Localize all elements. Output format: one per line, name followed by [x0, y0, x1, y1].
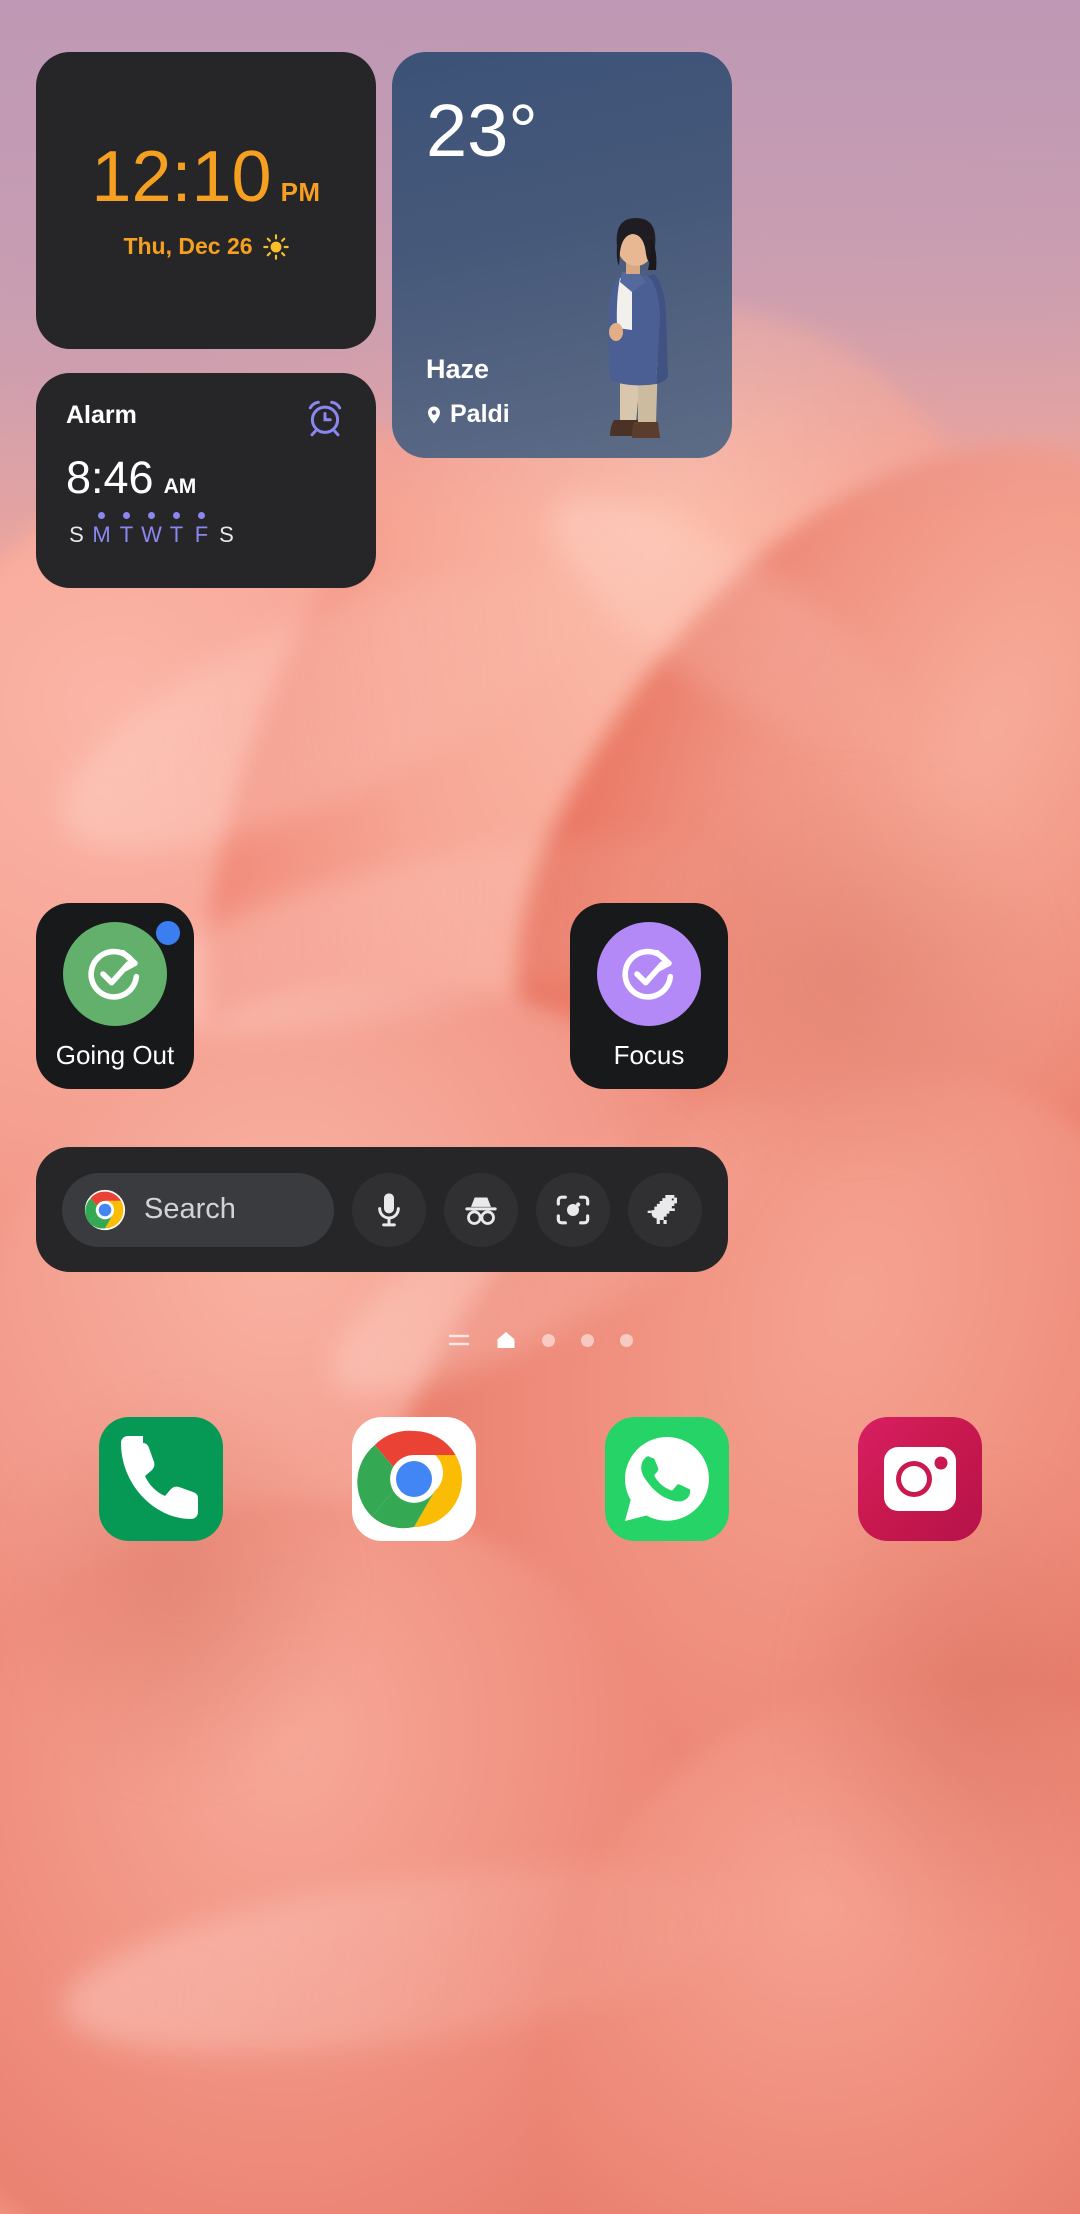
alarm-clock-icon[interactable] [304, 400, 346, 439]
dock-app-chrome[interactable] [351, 1417, 476, 1541]
alarm-day-letter: S [69, 522, 84, 547]
routine-label: Going Out [55, 1039, 175, 1070]
clock-widget[interactable]: 12:10 PM Thu, Dec 26 [36, 52, 376, 349]
whatsapp-icon [605, 1417, 729, 1541]
alarm-day-letter: T [169, 522, 184, 547]
weather-widget[interactable]: 23° Haze Paldi [392, 52, 732, 458]
instagram-icon [858, 1417, 982, 1541]
alarm-day-letter: W [141, 522, 162, 547]
google-lens-button[interactable] [536, 1172, 610, 1247]
dinosaur-icon [645, 1190, 685, 1230]
weather-location: Paldi [450, 400, 510, 428]
alarm-day-list: SMTWTFS [64, 512, 346, 546]
clock-ampm: PM [280, 177, 321, 207]
routine-check-icon [597, 921, 701, 1026]
routine-icon-wrap [597, 921, 701, 1026]
chrome-icon [84, 1189, 126, 1231]
alarm-day-dot [123, 512, 130, 519]
clock-date: Thu, Dec 26 [123, 233, 253, 259]
clock-time: 12:10 [91, 137, 272, 217]
alarm-day-1: M [89, 512, 114, 546]
alarm-day-5: F [189, 512, 214, 546]
alarm-day-letter: F [194, 522, 209, 547]
alarm-ampm: AM [163, 475, 197, 498]
page-indicator-home-icon[interactable] [496, 1330, 516, 1350]
alarm-day-dot [73, 512, 80, 519]
dock-app-instagram[interactable] [857, 1417, 982, 1541]
chrome-icon [351, 1417, 476, 1541]
alarm-header: Alarm [66, 400, 346, 439]
search-widget: Search [36, 1147, 728, 1272]
alarm-day-2: T [114, 512, 139, 546]
routine-icon-wrap [63, 917, 183, 1026]
alarm-title: Alarm [66, 401, 137, 429]
alarm-day-dot [223, 512, 230, 519]
dock-app-phone[interactable] [98, 1417, 223, 1541]
voice-search-button[interactable] [352, 1172, 426, 1247]
alarm-day-4: T [164, 512, 189, 546]
incognito-button[interactable] [444, 1172, 518, 1247]
page-indicator-dot[interactable] [580, 1333, 594, 1347]
alarm-day-0: S [64, 512, 89, 546]
page-indicator [0, 1330, 1080, 1350]
alarm-time-row: 8:46 AM [66, 455, 346, 500]
microphone-icon [369, 1190, 409, 1230]
alarm-widget[interactable]: Alarm 8:46 AM SMTWTFS [36, 373, 376, 588]
page-indicator-dot[interactable] [541, 1333, 555, 1347]
lens-camera-icon [553, 1190, 593, 1230]
alarm-day-dot [98, 512, 105, 519]
alarm-day-letter: M [92, 522, 111, 547]
search-input[interactable]: Search [62, 1172, 334, 1247]
alarm-day-dot [148, 512, 155, 519]
routine-tile-going-out[interactable]: Going Out [36, 903, 194, 1089]
alarm-day-dot [198, 512, 205, 519]
sun-icon [262, 233, 289, 260]
routine-badge-dot [153, 917, 183, 948]
dock [0, 1414, 1080, 1544]
incognito-icon [461, 1190, 501, 1230]
alarm-day-3: W [139, 512, 164, 546]
alarm-day-letter: S [219, 522, 234, 547]
routine-tile-focus[interactable]: Focus [570, 903, 728, 1089]
alarm-time: 8:46 [66, 452, 154, 503]
alarm-day-letter: T [119, 522, 134, 547]
person-in-coat-illustration [608, 218, 668, 438]
search-placeholder: Search [144, 1193, 236, 1225]
routine-label: Focus [613, 1039, 685, 1070]
clock-date-row: Thu, Dec 26 [123, 233, 289, 260]
weather-temperature: 23° [426, 89, 538, 172]
weather-condition: Haze [426, 354, 490, 384]
alarm-day-6: S [214, 512, 239, 546]
routine-check-icon [63, 921, 167, 1026]
location-pin-icon [424, 403, 444, 427]
dino-game-button[interactable] [628, 1172, 702, 1247]
weather-location-row: Paldi [424, 400, 510, 429]
alarm-day-dot [173, 512, 180, 519]
dock-app-whatsapp[interactable] [604, 1417, 729, 1541]
clock-time-row: 12:10 PM [91, 141, 320, 213]
page-indicator-dot[interactable] [619, 1333, 633, 1347]
phone-icon [99, 1417, 223, 1541]
page-indicator-widgets-icon[interactable] [448, 1332, 470, 1348]
